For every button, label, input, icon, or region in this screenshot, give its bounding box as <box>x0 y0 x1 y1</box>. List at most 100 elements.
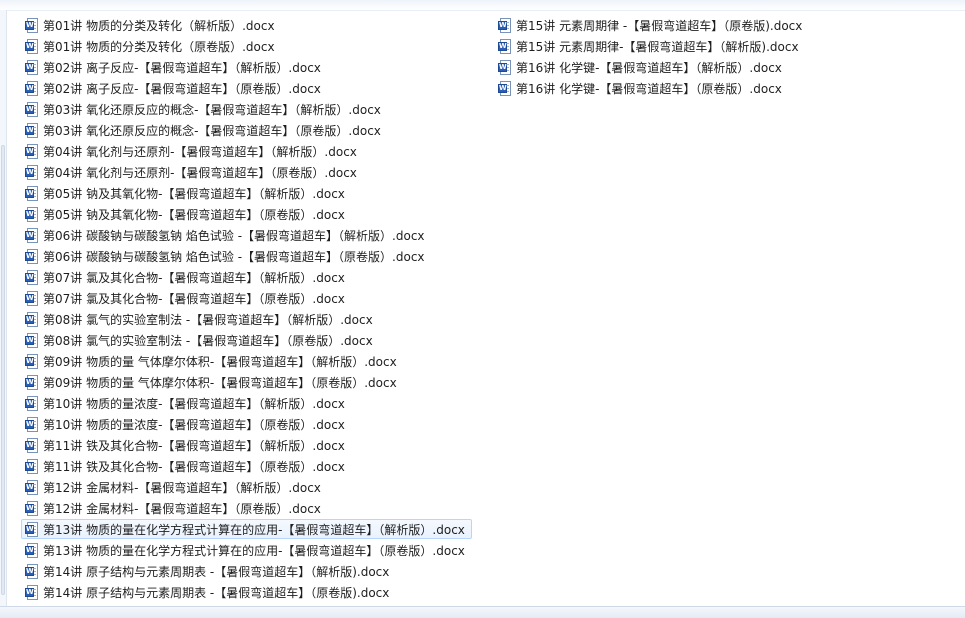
file-name: 第06讲 碳酸钠与碳酸氢钠 焰色试验 -【暑假弯道超车】（解析版）.docx <box>43 229 425 243</box>
word-doc-icon: W <box>25 123 38 138</box>
scrollbar-thumb[interactable] <box>1 145 5 595</box>
file-name: 第03讲 氧化还原反应的概念-【暑假弯道超车】（原卷版）.docx <box>43 124 381 138</box>
file-name: 第08讲 氯气的实验室制法 -【暑假弯道超车】（解析版）.docx <box>43 313 373 327</box>
file-item[interactable]: W 第04讲 氧化剂与还原剂-【暑假弯道超车】（原卷版）.docx <box>21 162 364 182</box>
file-name: 第01讲 物质的分类及转化（解析版）.docx <box>43 19 275 33</box>
file-name: 第13讲 物质的量在化学方程式计算在的应用-【暑假弯道超车】（原卷版）.docx <box>43 544 465 558</box>
file-item[interactable]: W 第14讲 原子结构与元素周期表 -【暑假弯道超车】（原卷版).docx <box>21 582 396 602</box>
word-doc-icon: W <box>498 18 511 33</box>
word-doc-icon-badge: W <box>25 189 34 198</box>
file-item[interactable]: W 第05讲 钠及其氧化物-【暑假弯道超车】（解析版）.docx <box>21 183 352 203</box>
file-item[interactable]: W 第15讲 元素周期律 -【暑假弯道超车】（原卷版).docx <box>494 15 809 35</box>
word-doc-icon-badge: W <box>25 588 34 597</box>
file-name: 第11讲 铁及其化合物-【暑假弯道超车】（原卷版）.docx <box>43 460 345 474</box>
word-doc-icon-badge: W <box>25 42 34 51</box>
file-name: 第10讲 物质的量浓度-【暑假弯道超车】（原卷版）.docx <box>43 418 345 432</box>
file-item[interactable]: W 第02讲 离子反应-【暑假弯道超车】（原卷版）.docx <box>21 78 328 98</box>
file-item[interactable]: W 第13讲 物质的量在化学方程式计算在的应用-【暑假弯道超车】（解析版）.doc… <box>21 519 472 539</box>
word-doc-icon-badge: W <box>25 231 34 240</box>
word-doc-icon-badge: W <box>25 210 34 219</box>
file-item[interactable]: W 第12讲 金属材料-【暑假弯道超车】（原卷版）.docx <box>21 498 328 518</box>
word-doc-icon-badge: W <box>25 273 34 282</box>
file-name: 第08讲 氯气的实验室制法 -【暑假弯道超车】（原卷版）.docx <box>43 334 373 348</box>
file-item[interactable]: W 第02讲 离子反应-【暑假弯道超车】（解析版）.docx <box>21 57 328 77</box>
file-item[interactable]: W 第11讲 铁及其化合物-【暑假弯道超车】（原卷版）.docx <box>21 456 352 476</box>
word-doc-icon-badge: W <box>25 399 34 408</box>
file-item[interactable]: W 第15讲 元素周期律-【暑假弯道超车】（解析版).docx <box>494 36 806 56</box>
file-name: 第16讲 化学键-【暑假弯道超车】（解析版）.docx <box>516 61 782 75</box>
file-name: 第03讲 氧化还原反应的概念-【暑假弯道超车】（解析版）.docx <box>43 103 381 117</box>
word-doc-icon: W <box>25 438 38 453</box>
top-strip <box>0 0 965 11</box>
file-name: 第01讲 物质的分类及转化（原卷版）.docx <box>43 40 275 54</box>
word-doc-icon: W <box>25 501 38 516</box>
word-doc-icon-badge: W <box>25 294 34 303</box>
file-item[interactable]: W 第11讲 铁及其化合物-【暑假弯道超车】（解析版）.docx <box>21 435 352 455</box>
file-item[interactable]: W 第03讲 氧化还原反应的概念-【暑假弯道超车】（原卷版）.docx <box>21 120 388 140</box>
word-doc-icon-badge: W <box>25 315 34 324</box>
file-name: 第12讲 金属材料-【暑假弯道超车】（原卷版）.docx <box>43 502 321 516</box>
word-doc-icon: W <box>25 396 38 411</box>
file-item[interactable]: W 第07讲 氯及其化合物-【暑假弯道超车】（原卷版）.docx <box>21 288 352 308</box>
word-doc-icon: W <box>25 522 38 537</box>
file-item[interactable]: W 第16讲 化学键-【暑假弯道超车】（解析版）.docx <box>494 57 789 77</box>
file-name: 第02讲 离子反应-【暑假弯道超车】（原卷版）.docx <box>43 82 321 96</box>
file-name: 第06讲 碳酸钠与碳酸氢钠 焰色试验 -【暑假弯道超车】（原卷版）.docx <box>43 250 425 264</box>
word-doc-icon: W <box>25 291 38 306</box>
word-doc-icon: W <box>25 585 38 600</box>
file-name: 第04讲 氧化剂与还原剂-【暑假弯道超车】（原卷版）.docx <box>43 166 357 180</box>
file-item[interactable]: W 第01讲 物质的分类及转化（解析版）.docx <box>21 15 282 35</box>
word-doc-icon-badge: W <box>25 441 34 450</box>
word-doc-icon: W <box>498 81 511 96</box>
file-item[interactable]: W 第08讲 氯气的实验室制法 -【暑假弯道超车】（原卷版）.docx <box>21 330 380 350</box>
file-item[interactable]: W 第06讲 碳酸钠与碳酸氢钠 焰色试验 -【暑假弯道超车】（原卷版）.docx <box>21 246 432 266</box>
word-doc-icon: W <box>25 480 38 495</box>
word-doc-icon: W <box>25 81 38 96</box>
file-item[interactable]: W 第03讲 氧化还原反应的概念-【暑假弯道超车】（解析版）.docx <box>21 99 388 119</box>
file-item[interactable]: W 第10讲 物质的量浓度-【暑假弯道超车】（解析版）.docx <box>21 393 352 413</box>
file-item[interactable]: W 第04讲 氧化剂与还原剂-【暑假弯道超车】（解析版）.docx <box>21 141 364 161</box>
word-doc-icon-badge: W <box>498 84 507 93</box>
word-doc-icon: W <box>25 270 38 285</box>
word-doc-icon: W <box>25 564 38 579</box>
file-name: 第13讲 物质的量在化学方程式计算在的应用-【暑假弯道超车】（解析版）.docx <box>43 523 465 537</box>
word-doc-icon: W <box>25 165 38 180</box>
file-item[interactable]: W 第01讲 物质的分类及转化（原卷版）.docx <box>21 36 282 56</box>
word-doc-icon: W <box>25 18 38 33</box>
word-doc-icon: W <box>25 459 38 474</box>
word-doc-icon: W <box>25 228 38 243</box>
file-item[interactable]: W 第08讲 氯气的实验室制法 -【暑假弯道超车】（解析版）.docx <box>21 309 380 329</box>
word-doc-icon-badge: W <box>498 42 507 51</box>
word-doc-icon: W <box>25 333 38 348</box>
navigation-pane-edge[interactable] <box>0 10 7 606</box>
file-item[interactable]: W 第09讲 物质的量 气体摩尔体积-【暑假弯道超车】（解析版）.docx <box>21 351 404 371</box>
file-item[interactable]: W 第13讲 物质的量在化学方程式计算在的应用-【暑假弯道超车】（原卷版）.doc… <box>21 540 472 560</box>
file-name: 第05讲 钠及其氧化物-【暑假弯道超车】（解析版）.docx <box>43 187 345 201</box>
word-doc-icon-badge: W <box>25 126 34 135</box>
file-name: 第05讲 钠及其氧化物-【暑假弯道超车】（原卷版）.docx <box>43 208 345 222</box>
file-item[interactable]: W 第05讲 钠及其氧化物-【暑假弯道超车】（原卷版）.docx <box>21 204 352 224</box>
file-item[interactable]: W 第10讲 物质的量浓度-【暑假弯道超车】（原卷版）.docx <box>21 414 352 434</box>
file-item[interactable]: W 第16讲 化学键-【暑假弯道超车】（原卷版）.docx <box>494 78 789 98</box>
file-name: 第14讲 原子结构与元素周期表 -【暑假弯道超车】（解析版).docx <box>43 565 390 579</box>
file-name: 第07讲 氯及其化合物-【暑假弯道超车】（原卷版）.docx <box>43 292 345 306</box>
file-item[interactable]: W 第12讲 金属材料-【暑假弯道超车】（解析版）.docx <box>21 477 328 497</box>
file-item[interactable]: W 第09讲 物质的量 气体摩尔体积-【暑假弯道超车】（原卷版）.docx <box>21 372 404 392</box>
word-doc-icon-badge: W <box>25 84 34 93</box>
word-doc-icon: W <box>25 312 38 327</box>
file-item[interactable]: W 第06讲 碳酸钠与碳酸氢钠 焰色试验 -【暑假弯道超车】（解析版）.docx <box>21 225 432 245</box>
file-item[interactable]: W 第14讲 原子结构与元素周期表 -【暑假弯道超车】（解析版).docx <box>21 561 396 581</box>
word-doc-icon-badge: W <box>25 336 34 345</box>
word-doc-icon-badge: W <box>25 105 34 114</box>
file-name: 第09讲 物质的量 气体摩尔体积-【暑假弯道超车】（原卷版）.docx <box>43 376 397 390</box>
file-item[interactable]: W 第07讲 氯及其化合物-【暑假弯道超车】（解析版）.docx <box>21 267 352 287</box>
word-doc-icon-badge: W <box>498 63 507 72</box>
word-doc-icon-badge: W <box>25 63 34 72</box>
word-doc-icon-badge: W <box>25 504 34 513</box>
word-doc-icon-badge: W <box>25 483 34 492</box>
file-name: 第16讲 化学键-【暑假弯道超车】（原卷版）.docx <box>516 82 782 96</box>
word-doc-icon-badge: W <box>25 378 34 387</box>
file-name: 第07讲 氯及其化合物-【暑假弯道超车】（解析版）.docx <box>43 271 345 285</box>
word-doc-icon: W <box>25 186 38 201</box>
word-doc-icon: W <box>25 543 38 558</box>
